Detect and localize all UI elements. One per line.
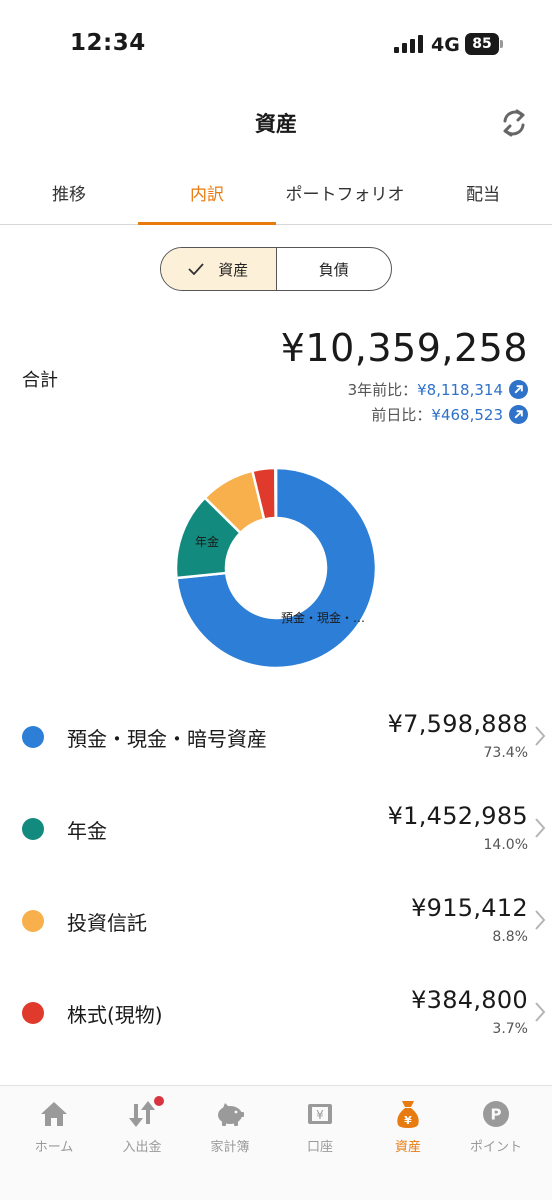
signal-icon	[394, 35, 423, 53]
compare-1d-label: 前日比：	[371, 406, 432, 424]
arrow-up-right-icon	[509, 405, 528, 424]
nav-home[interactable]: ホーム	[10, 1098, 98, 1168]
asset-amount: ¥1,452,985	[387, 802, 528, 830]
status-bar: 12:34 4G 85	[0, 0, 552, 90]
nav-assets[interactable]: ¥ 資産	[364, 1098, 452, 1168]
nav-household-book[interactable]: 家計簿	[186, 1098, 274, 1168]
compare-3y-row[interactable]: 3年前比： ¥8,118,314	[348, 379, 528, 400]
svg-text:P: P	[491, 1106, 502, 1124]
asset-name: 株式(現物)	[67, 1003, 163, 1027]
legend-dot	[22, 910, 44, 932]
transfer-icon	[129, 1101, 155, 1127]
asset-row-pension[interactable]: 年金 ¥1,452,985 14.0%	[0, 780, 552, 872]
asset-percent: 14.0%	[483, 837, 528, 853]
nav-label: ホーム	[34, 1140, 74, 1155]
nav-label: 家計簿	[210, 1140, 250, 1155]
tab-dividend[interactable]: 配当	[414, 160, 552, 224]
battery-level: 85	[465, 33, 499, 55]
legend-dot	[22, 726, 44, 748]
compare-1d-value: ¥468,523	[431, 405, 503, 424]
refresh-icon[interactable]	[497, 106, 531, 140]
segment-liabilities[interactable]: 負債	[277, 248, 392, 290]
total-label: 合計	[22, 370, 58, 391]
legend-dot	[22, 818, 44, 840]
asset-name: 投資信託	[67, 911, 147, 935]
notification-badge	[154, 1096, 164, 1106]
points-icon: P	[483, 1101, 509, 1127]
chevron-right-icon	[535, 1002, 546, 1022]
asset-donut-chart: 預金・現金・… 年金	[176, 468, 376, 668]
piggy-bank-icon	[218, 1103, 244, 1126]
compare-1d-row[interactable]: 前日比： ¥468,523	[371, 404, 528, 425]
compare-3y-value: ¥8,118,314	[417, 380, 503, 399]
asset-row-funds[interactable]: 投資信託 ¥915,412 8.8%	[0, 872, 552, 964]
asset-percent: 73.4%	[483, 745, 528, 761]
check-icon	[188, 263, 204, 275]
nav-accounts[interactable]: ¥ 口座	[276, 1098, 364, 1168]
tab-portfolio[interactable]: ポートフォリオ	[276, 160, 414, 224]
asset-amount: ¥915,412	[411, 894, 528, 922]
nav-points[interactable]: P ポイント	[452, 1098, 540, 1168]
account-card-icon: ¥	[308, 1104, 332, 1124]
asset-name: 預金・現金・暗号資産	[67, 727, 267, 751]
bottom-nav: ホーム 入出金 家計簿 ¥ 口座 ¥ 資産 P ポイント	[0, 1085, 552, 1200]
asset-liability-toggle: 資産 負債	[160, 247, 392, 291]
asset-row-stocks[interactable]: 株式(現物) ¥384,800 3.7%	[0, 964, 552, 1056]
donut-slice-label: 預金・現金・…	[281, 610, 365, 625]
money-bag-icon: ¥	[397, 1101, 419, 1128]
segment-assets-label: 資産	[218, 260, 249, 279]
page-title: 資産	[255, 112, 297, 136]
chevron-right-icon	[535, 818, 546, 838]
tab-breakdown[interactable]: 内訳	[138, 160, 276, 224]
asset-amount: ¥7,598,888	[387, 710, 528, 738]
asset-row-deposits[interactable]: 預金・現金・暗号資産 ¥7,598,888 73.4%	[0, 688, 552, 780]
battery-icon: 85	[465, 33, 503, 55]
nav-label: 口座	[306, 1140, 333, 1155]
arrow-up-right-icon	[509, 380, 528, 399]
nav-label: ポイント	[469, 1140, 522, 1155]
tab-active-indicator	[138, 222, 276, 225]
nav-label: 資産	[394, 1140, 421, 1155]
chevron-right-icon	[535, 910, 546, 930]
nav-transfers[interactable]: 入出金	[98, 1096, 186, 1168]
tab-bar: 推移 内訳 ポートフォリオ 配当	[0, 160, 552, 225]
asset-percent: 3.7%	[492, 1021, 528, 1037]
svg-text:¥: ¥	[404, 1114, 412, 1127]
status-time: 12:34	[70, 30, 146, 56]
tab-trend[interactable]: 推移	[0, 160, 138, 224]
donut-slice-label: 年金	[195, 534, 219, 549]
asset-percent: 8.8%	[492, 929, 528, 945]
donut-slice	[274, 468, 278, 520]
compare-3y-label: 3年前比：	[347, 381, 418, 399]
total-amount: ¥10,359,258	[280, 326, 528, 370]
segment-liabilities-label: 負債	[318, 260, 349, 279]
nav-label: 入出金	[122, 1140, 162, 1155]
asset-amount: ¥384,800	[411, 986, 528, 1014]
asset-name: 年金	[67, 819, 107, 843]
legend-dot	[22, 1002, 44, 1024]
chevron-right-icon	[535, 726, 546, 746]
network-label: 4G	[431, 34, 460, 56]
svg-text:¥: ¥	[316, 1108, 324, 1122]
segment-assets[interactable]: 資産	[161, 248, 277, 290]
home-icon	[41, 1102, 67, 1126]
